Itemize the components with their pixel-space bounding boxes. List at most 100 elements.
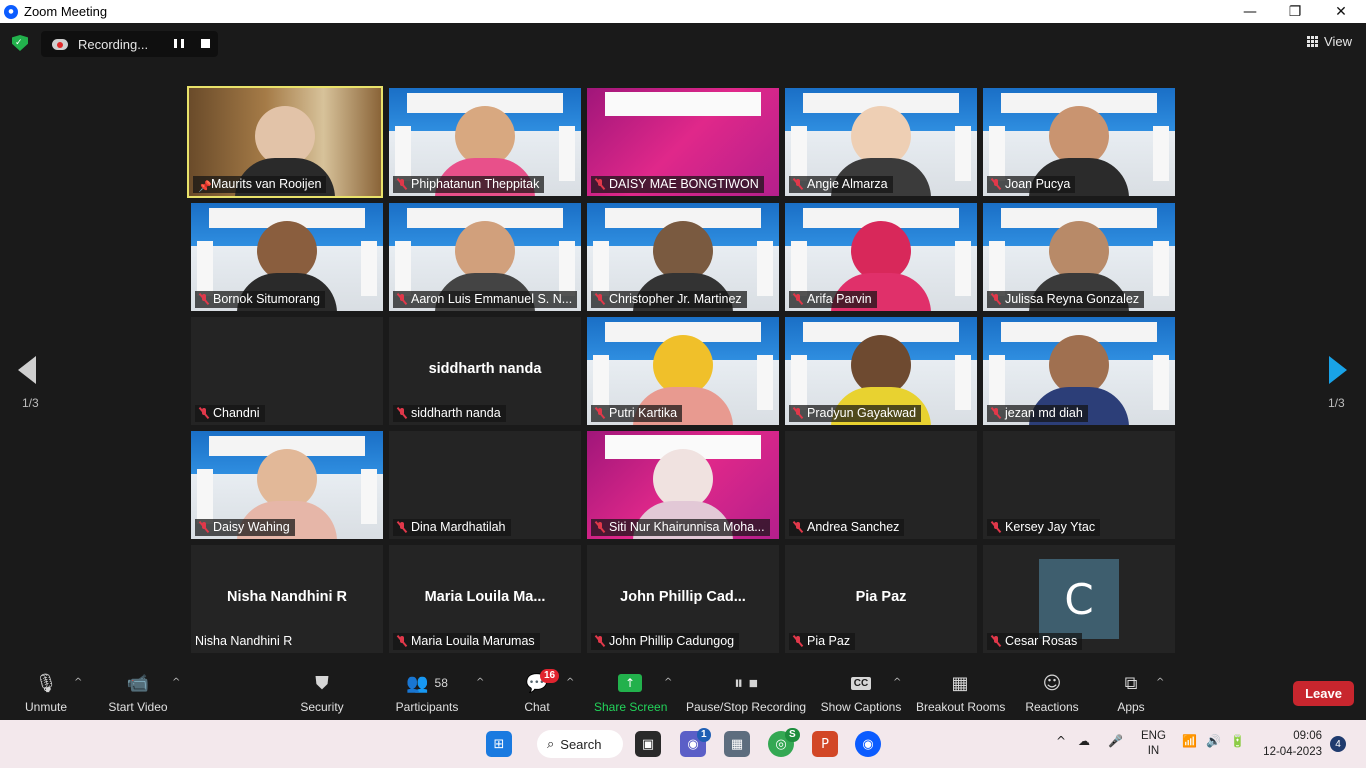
notification-badge[interactable]: 4 xyxy=(1330,736,1346,752)
view-button[interactable]: View xyxy=(1307,34,1352,49)
minimize-button[interactable]: — xyxy=(1227,0,1273,23)
participants-options-chevron-icon[interactable]: ^ xyxy=(476,677,484,688)
share-screen-button[interactable]: ↑ Share Screen xyxy=(594,671,667,714)
task-view-icon[interactable]: ▣ xyxy=(635,731,661,757)
onedrive-cloud-icon[interactable]: ☁ xyxy=(1078,734,1090,748)
video-tile[interactable]: Maria Louila Ma... Maria Louila Marumas xyxy=(389,545,581,653)
security-button[interactable]: ⛊ Security xyxy=(296,671,348,715)
apps-button[interactable]: ⧉ Apps xyxy=(1115,671,1147,715)
video-tile[interactable]: Aaron Luis Emmanuel S. N... xyxy=(389,203,581,311)
breakout-rooms-icon: ▦ xyxy=(951,672,969,694)
unmute-button[interactable]: 🎙 Unmute xyxy=(22,671,70,715)
calculator-icon[interactable]: ▦ xyxy=(724,731,750,757)
muted-mic-icon xyxy=(793,407,803,419)
participants-count: 58 xyxy=(434,676,448,690)
windows-start-icon[interactable]: ⊞ xyxy=(486,731,512,757)
apps-options-chevron-icon[interactable]: ^ xyxy=(1156,677,1164,688)
video-tile[interactable]: Daisy Wahing xyxy=(191,431,383,539)
video-tile[interactable]: Pradyun Gayakwad xyxy=(785,317,977,425)
video-tile[interactable]: Bornok Situmorang xyxy=(191,203,383,311)
avatar: C xyxy=(1039,559,1119,639)
participant-name: Cesar Rosas xyxy=(987,633,1083,650)
video-tile[interactable]: Angie Almarza xyxy=(785,88,977,196)
audio-options-chevron-icon[interactable]: ^ xyxy=(74,677,82,688)
page-indicator-left: 1/3 xyxy=(22,396,39,410)
show-captions-label: Show Captions xyxy=(820,700,902,714)
video-tile[interactable]: jezan md diah xyxy=(983,317,1175,425)
video-tile[interactable]: Chandni xyxy=(191,317,383,425)
video-tile[interactable]: Phiphatanun Theppitak xyxy=(389,88,581,196)
zoom-taskbar-icon[interactable]: ◉ xyxy=(855,731,881,757)
previous-page-arrow-icon[interactable] xyxy=(18,356,36,384)
video-tile[interactable]: Kersey Jay Ytac xyxy=(983,431,1175,539)
leave-button[interactable]: Leave xyxy=(1293,681,1354,706)
share-screen-icon: ↑ xyxy=(618,674,642,692)
participant-name: Siti Nur Khairunnisa Moha... xyxy=(591,519,770,536)
share-options-chevron-icon[interactable]: ^ xyxy=(664,677,672,688)
meeting-area: ✓ Recording... View 1/3 1/3 📌 Maurits van… xyxy=(0,23,1366,663)
participants-label: Participants xyxy=(395,700,459,714)
participant-face xyxy=(257,221,317,281)
show-hidden-icons-chevron-icon[interactable]: ^ xyxy=(1056,734,1066,748)
video-tile[interactable]: DAISY MAE BONGTIWON xyxy=(587,88,779,196)
show-captions-button[interactable]: CC Show Captions xyxy=(820,671,902,714)
next-page-arrow-icon[interactable] xyxy=(1329,356,1347,384)
pause-stop-recording-button[interactable]: ⏸ ⏹ Pause/Stop Recording xyxy=(686,671,806,715)
video-tile[interactable]: Nisha Nandhini R Nisha Nandhini R xyxy=(191,545,383,653)
cloud-recording-icon xyxy=(52,38,68,50)
participant-name: Dina Mardhatilah xyxy=(393,519,511,536)
muted-mic-icon xyxy=(991,293,1001,305)
maximize-button[interactable]: ❐ xyxy=(1272,0,1318,23)
video-tile[interactable]: Joan Pucya xyxy=(983,88,1175,196)
pin-icon: 📌 xyxy=(198,180,212,193)
stop-recording-icon[interactable] xyxy=(201,39,210,48)
video-tile[interactable]: Siti Nur Khairunnisa Moha... xyxy=(587,431,779,539)
close-button[interactable]: ✕ xyxy=(1318,0,1364,23)
muted-mic-icon xyxy=(991,521,1001,533)
video-tile[interactable]: siddharth nanda siddharth nanda xyxy=(389,317,581,425)
video-tile[interactable]: Christopher Jr. Martinez xyxy=(587,203,779,311)
start-video-button[interactable]: 📹 Start Video xyxy=(104,671,172,715)
participant-face xyxy=(455,221,515,281)
participant-face xyxy=(1049,221,1109,281)
participant-name: Putri Kartika xyxy=(591,405,683,422)
powerpoint-icon[interactable]: P xyxy=(812,731,838,757)
video-tile[interactable]: Dina Mardhatilah xyxy=(389,431,581,539)
video-tile[interactable]: Putri Kartika xyxy=(587,317,779,425)
wifi-icon[interactable]: 📶 xyxy=(1182,734,1197,748)
participants-button[interactable]: 👥 58 Participants xyxy=(394,671,460,715)
participant-display-name: siddharth nanda xyxy=(428,361,542,377)
video-tile[interactable]: Pia Paz Pia Paz xyxy=(785,545,977,653)
participant-face xyxy=(257,449,317,509)
muted-mic-icon xyxy=(595,407,605,419)
video-tile[interactable]: 📌 Maurits van Rooijen xyxy=(187,86,383,198)
pause-recording-icon[interactable] xyxy=(174,39,184,49)
system-clock[interactable]: 09:06 12-04-2023 xyxy=(1262,728,1322,760)
battery-icon[interactable]: 🔋 xyxy=(1230,734,1245,748)
video-tile[interactable]: Arifa Parvin xyxy=(785,203,977,311)
captions-options-chevron-icon[interactable]: ^ xyxy=(893,677,901,688)
video-tile[interactable]: C Cesar Rosas xyxy=(983,545,1175,653)
participant-name: DAISY MAE BONGTIWON xyxy=(591,176,764,193)
muted-mic-icon xyxy=(397,635,407,647)
taskbar-search[interactable]: ⌕ Search xyxy=(537,730,623,758)
meeting-controls-bar: 🎙 Unmute ^ 📹 Start Video ^ ⛊ Security 👥 5… xyxy=(0,663,1366,720)
video-tile[interactable]: Julissa Reyna Gonzalez xyxy=(983,203,1175,311)
participant-face xyxy=(851,221,911,281)
chat-options-chevron-icon[interactable]: ^ xyxy=(566,677,574,688)
microphone-tray-icon[interactable]: 🎤 xyxy=(1108,734,1123,748)
video-tile[interactable]: Andrea Sanchez xyxy=(785,431,977,539)
muted-mic-icon xyxy=(793,521,803,533)
video-options-chevron-icon[interactable]: ^ xyxy=(172,677,180,688)
participant-name: Joan Pucya xyxy=(987,176,1076,193)
muted-mic-icon xyxy=(991,178,1001,190)
video-tile[interactable]: John Phillip Cad... John Phillip Cadungo… xyxy=(587,545,779,653)
breakout-rooms-button[interactable]: ▦ Breakout Rooms xyxy=(916,671,1005,715)
muted-mic-icon xyxy=(199,521,209,533)
muted-mic-icon xyxy=(595,178,605,190)
volume-icon[interactable]: 🔊 xyxy=(1206,734,1221,748)
reactions-button[interactable]: ☺ Reactions xyxy=(1024,671,1080,715)
video-off-icon: 📹 xyxy=(126,672,150,694)
language-indicator[interactable]: ENG IN xyxy=(1141,729,1166,759)
start-video-label: Start Video xyxy=(108,700,168,714)
